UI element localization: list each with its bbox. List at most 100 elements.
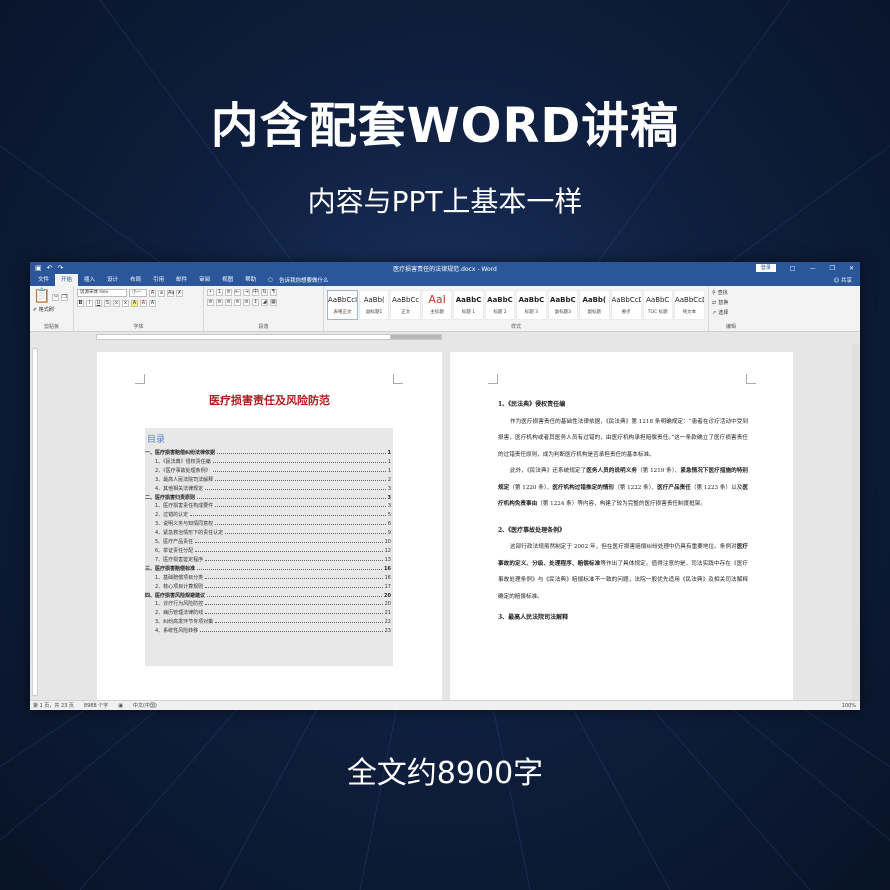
clear-format-icon[interactable]: ✗ [176,289,183,297]
toc-entry[interactable]: 四、医疗损害风险规避建议 20 [145,592,393,601]
borders-icon[interactable]: ▦ [270,299,277,306]
login-button[interactable]: 登录 [755,264,776,272]
toc-entry[interactable]: 6、举证责任分配 12 [145,547,393,556]
tab-file[interactable]: 文件 [32,274,55,286]
toc-entry[interactable]: 1、医疗损害责任构成要件 3 [145,502,393,511]
toc-entry[interactable]: 3、纠纷高发环节专项对策 22 [145,618,393,627]
word-count[interactable]: 8988 个字 [84,702,108,709]
vertical-ruler[interactable] [32,348,38,696]
toc-entry[interactable]: 2、病历管理法律防线 21 [145,609,393,618]
zoom-level[interactable]: 100% [842,703,856,709]
chinese-layout-icon[interactable]: 中 [252,289,259,296]
cut-icon[interactable]: ✂ [52,293,60,301]
style-item[interactable]: AaBbC 标题 3 [516,290,547,320]
toc-entry[interactable]: 一、医疗损害赔偿纠纷法律依据 1 [145,449,393,458]
increase-indent-icon[interactable]: ⇥ [243,289,250,296]
paste-icon[interactable]: 📋 [33,289,50,303]
toc-entry[interactable]: 2、核心项目计算规则 17 [145,583,393,592]
style-item[interactable]: AaBbC TOC 标题 [642,290,673,320]
proofing-icon[interactable]: ▣ [118,703,123,709]
style-item[interactable]: AaI 主标题 [421,290,453,320]
style-item[interactable]: AaBbCcD 要点 [610,290,642,320]
share-button[interactable]: ☺ 共享 [834,276,853,284]
find-button[interactable]: ⚲ 查找 [712,289,750,297]
page-toc[interactable]: 医疗损害责任及风险防范 目录 一、医疗损害赔偿纠纷法律依据 1 1、《民法典》侵权责… [97,352,442,700]
tab-layout[interactable]: 布局 [124,274,147,286]
justify-icon[interactable]: ≡ [234,299,241,306]
toc-entry[interactable]: 5、医疗产品责任 10 [145,538,393,547]
toc-entry[interactable]: 二、医疗损害归责原则 3 [145,494,393,503]
toc-entry[interactable]: 3、最高人民法院司法解释 2 [145,476,393,485]
subscript-icon[interactable]: x [113,300,120,307]
align-center-icon[interactable]: ≡ [216,299,223,306]
toc-entry[interactable]: 4、紧急救治情形下的责任认定 9 [145,529,393,538]
font-color-icon[interactable]: A [140,300,147,307]
toc-entry[interactable]: 1、《民法典》侵权责任编 1 [145,458,393,467]
multilevel-icon[interactable]: ≡ [225,289,232,296]
bold-icon[interactable]: B [77,300,84,307]
language[interactable]: 中文(中国) [133,702,157,709]
text-run: 医疗机构过错推定的情形 [552,484,615,491]
align-right-icon[interactable]: ≡ [225,299,232,306]
select-button[interactable]: ↗ 选择 [712,309,750,317]
style-item[interactable]: AaBbC 副标题3 [547,290,579,320]
table-of-contents[interactable]: 目录 一、医疗损害赔偿纠纷法律依据 1 1、《民法典》侵权责任编 1 2、《医疗事故处理… [145,428,393,666]
change-case-icon[interactable]: Aa [167,289,174,297]
style-item[interactable]: AaBbCc 正文 [390,290,421,320]
toc-entry[interactable]: 1、诊疗行为风险防控 20 [145,600,393,609]
horizontal-ruler[interactable] [30,332,860,342]
toc-entry[interactable]: 3、说明义务与知情同意权 6 [145,520,393,529]
maximize-icon[interactable]: ❐ [830,265,835,272]
tab-mailings[interactable]: 邮件 [170,274,193,286]
align-left-icon[interactable]: ≡ [207,299,214,306]
toc-entry[interactable]: 4、其他相关法律规定 3 [145,485,393,494]
toc-entry[interactable]: 2、《医疗事故处理条例》 1 [145,467,393,476]
tab-review[interactable]: 审阅 [193,274,216,286]
superscript-icon[interactable]: x [122,300,129,307]
toc-entry[interactable]: 三、医疗损害赔偿标准 16 [145,565,393,574]
shading-icon[interactable]: ◢ [261,299,268,306]
tab-references[interactable]: 引用 [147,274,170,286]
tab-help[interactable]: 帮助 [239,274,262,286]
tab-insert[interactable]: 插入 [78,274,101,286]
shrink-font-icon[interactable]: a [158,289,165,297]
show-marks-icon[interactable]: ¶ [270,289,277,296]
strikethrough-icon[interactable]: S [104,300,111,307]
char-border-icon[interactable]: A [149,300,156,307]
tab-home[interactable]: 开始 [55,274,79,286]
font-size-box[interactable]: 小一 [129,289,147,297]
close-icon[interactable]: ✕ [849,265,854,272]
tab-view[interactable]: 视图 [216,274,239,286]
ribbon-display-icon[interactable]: □ [790,265,796,272]
replace-button[interactable]: ⇄ 替换 [712,299,750,307]
style-item[interactable]: AaBb(副标题1 [359,290,390,320]
grow-font-icon[interactable]: A [149,289,156,297]
style-item[interactable]: AaBbCcDd 纯文本 [673,290,705,320]
italic-icon[interactable]: I [86,300,93,307]
minimize-icon[interactable]: — [810,265,816,272]
font-name-box[interactable]: 思源宋体 Hev [77,289,127,297]
underline-icon[interactable]: U [95,300,102,307]
copy-icon[interactable]: ❐ [61,293,69,301]
style-item[interactable]: AaBbC 标题 2 [484,290,516,320]
style-item[interactable]: AaBb(副标题 [579,290,610,320]
numbering-icon[interactable]: 1 [216,289,223,296]
decrease-indent-icon[interactable]: ⇤ [234,289,241,296]
line-spacing-icon[interactable]: ↕ [252,299,259,306]
page-count[interactable]: 第 1 页，共 23 页 [33,702,74,709]
toc-entry[interactable]: 4、系统性风险转移 23 [145,627,393,636]
style-item[interactable]: AaBbCcI 表格正文 [327,290,358,320]
format-painter-button[interactable]: ✐ 格式刷 [33,306,70,313]
style-item[interactable]: AaBbC 标题 1 [453,290,484,320]
toc-entry[interactable]: 7、医疗损害鉴定程序 13 [145,556,393,565]
distributed-icon[interactable]: ≡ [243,299,250,306]
tab-design[interactable]: 设计 [101,274,124,286]
sort-icon[interactable]: ⇅ [261,289,268,296]
vertical-scrollbar[interactable] [852,344,860,700]
highlight-icon[interactable]: A [131,300,138,307]
toc-entry[interactable]: 1、基础赔偿项目分类 16 [145,574,393,583]
tell-me-box[interactable]: 告诉我你想要做什么 [279,276,329,284]
bullets-icon[interactable]: • [207,289,214,296]
page-body[interactable]: 1、《民法典》侵权责任编 作为医疗损害责任的基础性法律依据，《民法典》第 121… [450,352,793,700]
toc-entry[interactable]: 2、过错的认定 5 [145,511,393,520]
